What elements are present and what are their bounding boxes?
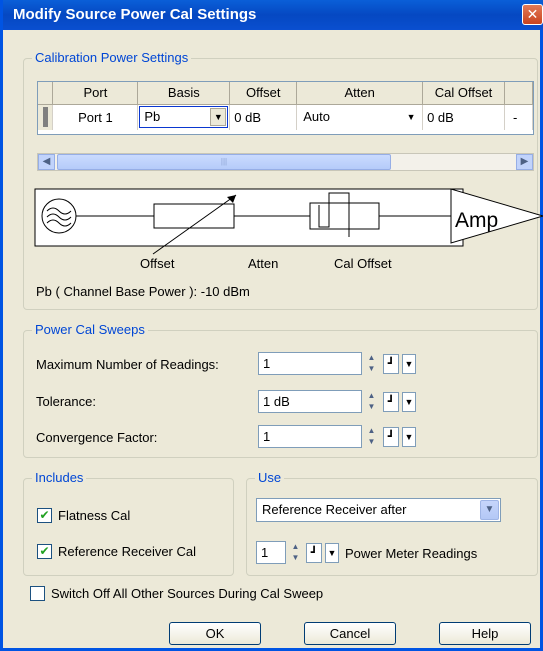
calibration-grid: Port Basis Offset Atten Cal Offset Port … — [37, 81, 534, 135]
convergence-label: Convergence Factor: — [36, 430, 158, 445]
port-cell[interactable]: Port 1 — [52, 104, 139, 130]
max-readings-dropdown-icon[interactable]: ▼ — [402, 354, 416, 374]
offset-cell[interactable]: 0 dB — [229, 104, 298, 130]
diagram-atten-label: Atten — [248, 256, 278, 271]
spin-up-icon[interactable]: ▲ — [289, 541, 302, 552]
includes-group-title: Includes — [32, 470, 87, 485]
dialog-title: Modify Source Power Cal Settings — [13, 6, 257, 23]
spin-down-icon[interactable]: ▼ — [365, 401, 378, 412]
basis-cell[interactable]: Pb ▼ — [137, 104, 231, 130]
diagram-offset-label: Offset — [140, 256, 175, 271]
max-readings-input[interactable]: 1 — [258, 352, 362, 375]
horizontal-scrollbar[interactable]: ◀ ||| ▶ — [37, 153, 534, 171]
convergence-step-icon[interactable]: ┛ — [383, 427, 399, 447]
ok-button[interactable]: OK — [169, 622, 261, 645]
table-row: Port 1 Pb ▼ 0 dB Auto ▼ 0 dB - — [38, 104, 534, 130]
convergence-spinner[interactable]: ▲ ▼ — [365, 425, 378, 448]
diagram-cal-offset-label: Cal Offset — [334, 256, 392, 271]
tolerance-input[interactable]: 1 dB — [258, 390, 362, 413]
tolerance-step-icon[interactable]: ┛ — [383, 392, 399, 412]
extra-cell[interactable]: - — [504, 104, 534, 130]
flatness-cal-checkbox[interactable]: ✔ — [37, 508, 52, 523]
power-meter-readings-label: Power Meter Readings — [345, 546, 478, 561]
flatness-cal-label[interactable]: Flatness Cal — [58, 508, 130, 523]
spin-up-icon[interactable]: ▲ — [365, 425, 378, 436]
cancel-button[interactable]: Cancel — [304, 622, 396, 645]
cal-offset-box — [309, 202, 380, 230]
atten-cell[interactable]: Auto ▼ — [296, 104, 424, 130]
scroll-left-icon[interactable]: ◀ — [38, 154, 55, 170]
spin-up-icon[interactable]: ▲ — [365, 390, 378, 401]
atten-dropdown-icon[interactable]: ▼ — [403, 108, 420, 127]
convergence-dropdown-icon[interactable]: ▼ — [402, 427, 416, 447]
spin-up-icon[interactable]: ▲ — [365, 352, 378, 363]
title-bar[interactable]: Modify Source Power Cal Settings ✕ — [3, 0, 543, 30]
cal-offset-cell[interactable]: 0 dB — [422, 104, 505, 130]
calibration-group-title: Calibration Power Settings — [32, 50, 192, 65]
tolerance-dropdown-icon[interactable]: ▼ — [402, 392, 416, 412]
atten-value: Auto — [303, 109, 330, 125]
amp-label: Amp — [455, 209, 498, 232]
grid-corner — [38, 82, 54, 105]
tolerance-label: Tolerance: — [36, 394, 96, 409]
reference-receiver-cal-checkbox[interactable]: ✔ — [37, 544, 52, 559]
basis-dropdown-icon[interactable]: ▼ — [210, 108, 227, 127]
power-meter-readings-dropdown-icon[interactable]: ▼ — [325, 543, 339, 563]
scroll-thumb[interactable]: ||| — [57, 154, 391, 170]
max-readings-label: Maximum Number of Readings: — [36, 357, 219, 372]
column-header-offset[interactable]: Offset — [229, 82, 298, 105]
power-meter-readings-spinner[interactable]: ▲ ▼ — [289, 541, 302, 564]
dialog-window: Modify Source Power Cal Settings ✕ Calib… — [0, 0, 543, 651]
help-button[interactable]: Help — [439, 622, 531, 645]
max-readings-step-icon[interactable]: ┛ — [383, 354, 399, 374]
tolerance-spinner[interactable]: ▲ ▼ — [365, 390, 378, 413]
row-header[interactable] — [38, 104, 54, 130]
switch-off-sources-label[interactable]: Switch Off All Other Sources During Cal … — [51, 586, 323, 601]
convergence-input[interactable]: 1 — [258, 425, 362, 448]
basis-combo[interactable]: Pb ▼ — [139, 106, 229, 129]
column-header-port[interactable]: Port — [52, 82, 139, 105]
use-selected-value: Reference Receiver after — [262, 502, 407, 517]
column-header-atten[interactable]: Atten — [296, 82, 424, 105]
power-meter-readings-input[interactable]: 1 — [256, 541, 286, 564]
source-icon — [41, 198, 77, 234]
base-power-text: Pb ( Channel Base Power ): -10 dBm — [36, 284, 250, 299]
use-select[interactable]: Reference Receiver after ▼ — [256, 498, 501, 522]
scroll-right-icon[interactable]: ▶ — [516, 154, 533, 170]
max-readings-spinner[interactable]: ▲ ▼ — [365, 352, 378, 375]
sweeps-group-title: Power Cal Sweeps — [32, 322, 148, 337]
power-meter-readings-step-icon[interactable]: ┛ — [306, 543, 322, 563]
includes-group: Includes — [23, 470, 234, 576]
use-group-title: Use — [255, 470, 285, 485]
column-header-basis[interactable]: Basis — [137, 82, 231, 105]
close-button[interactable]: ✕ — [522, 4, 543, 25]
column-header-extra — [504, 82, 534, 105]
spin-down-icon[interactable]: ▼ — [365, 363, 378, 374]
signal-path-diagram: Amp Offset Atten Cal Offset — [34, 188, 543, 271]
spin-down-icon[interactable]: ▼ — [365, 436, 378, 447]
use-dropdown-icon[interactable]: ▼ — [480, 500, 499, 520]
spin-down-icon[interactable]: ▼ — [289, 552, 302, 563]
atten-combo[interactable]: Auto ▼ — [298, 106, 422, 129]
basis-value: Pb — [144, 109, 161, 125]
switch-off-sources-checkbox[interactable] — [30, 586, 45, 601]
reference-receiver-cal-label[interactable]: Reference Receiver Cal — [58, 544, 196, 559]
column-header-cal-offset[interactable]: Cal Offset — [422, 82, 505, 105]
source-box — [34, 188, 464, 247]
